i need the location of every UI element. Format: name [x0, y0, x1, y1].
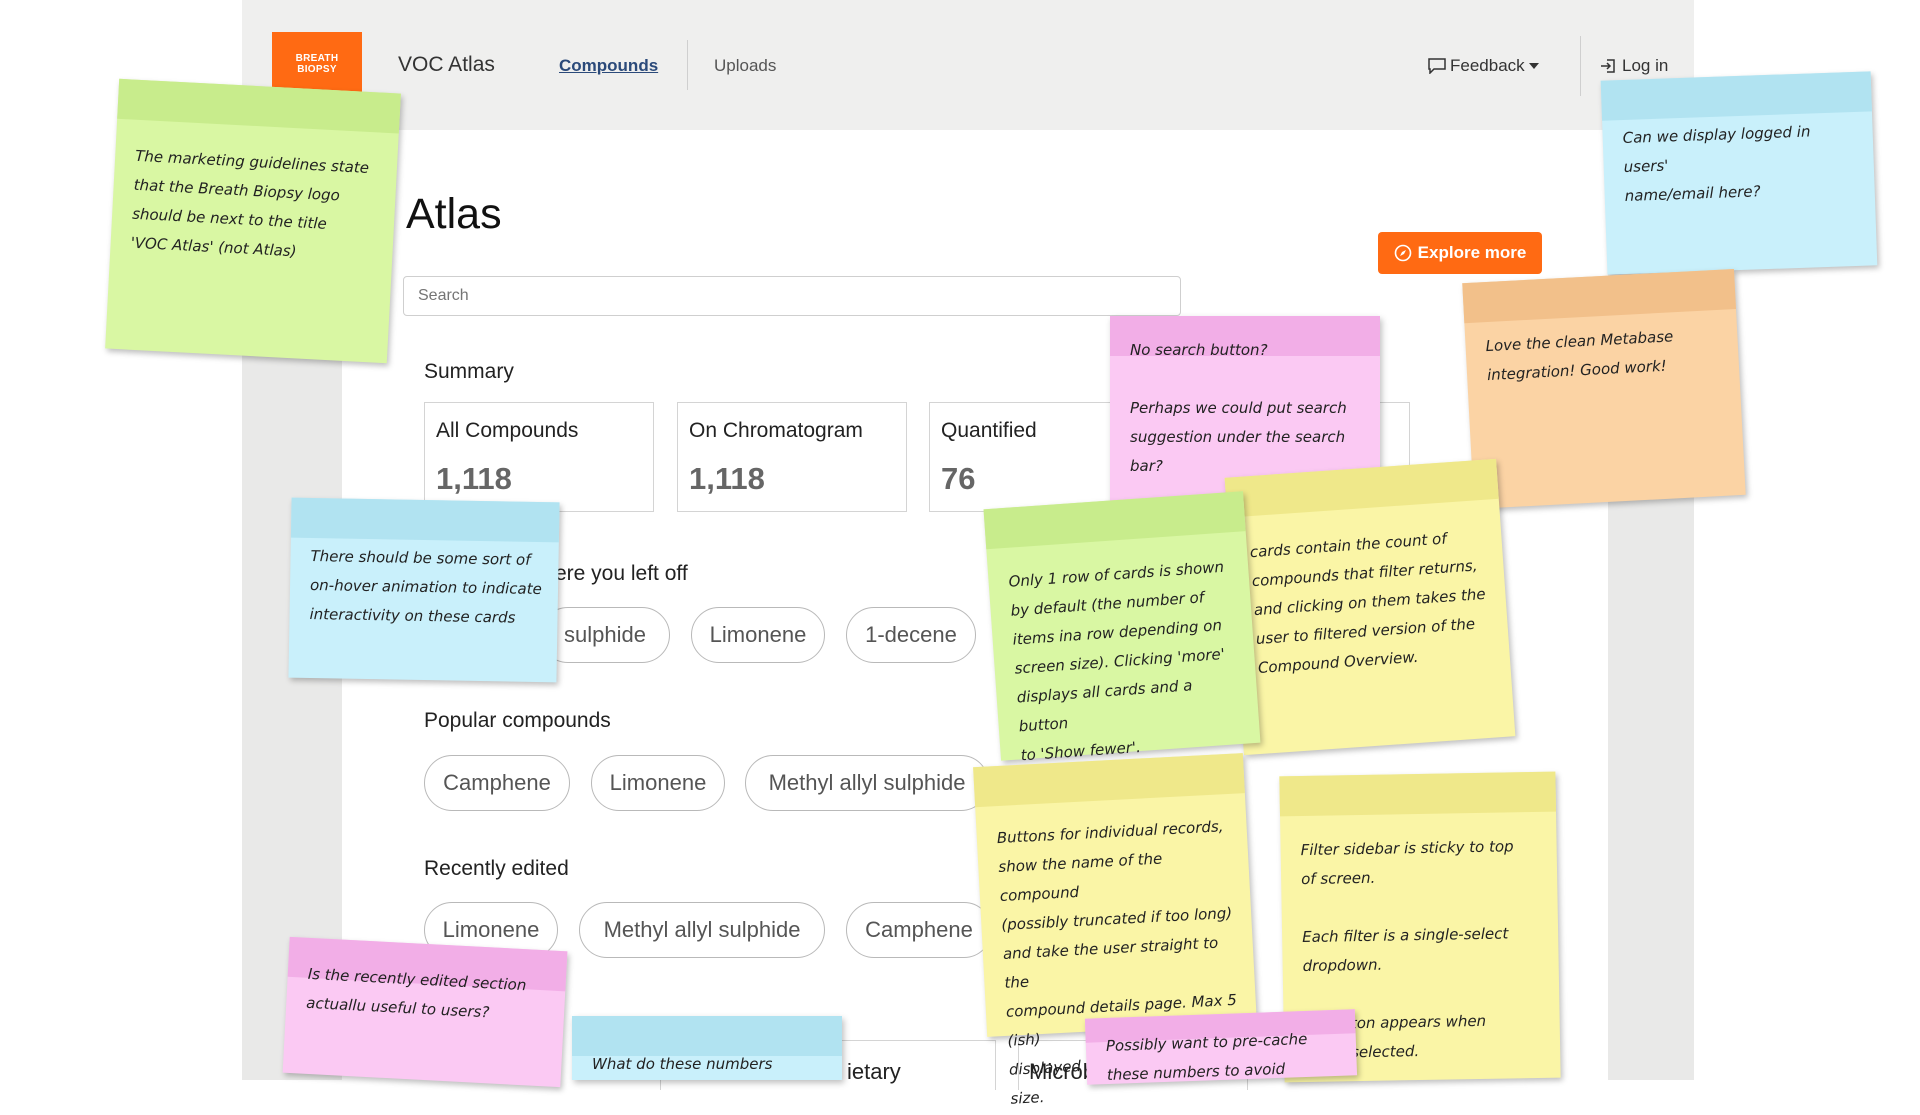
note-text: Only 1 row of cards is shown by default …: [1008, 557, 1226, 765]
sticky-note-metabase: Love the clean Metabase integration! Goo…: [1462, 269, 1746, 509]
card-title: Quantified: [941, 419, 1037, 442]
sticky-note-precache: Possibly want to pre-cache these numbers…: [1084, 1009, 1358, 1085]
left-off-heading: ere you left off: [555, 562, 688, 585]
sticky-note-hover: There should be some sort of on-hover an…: [288, 497, 560, 683]
logo-line-2: BIOPSY: [297, 64, 337, 75]
note-text: No search button? Perhaps we could put s…: [1130, 341, 1347, 475]
logo-line-1: BREATH: [295, 53, 339, 64]
login-label: Log in: [1622, 56, 1669, 75]
login-icon: [1601, 59, 1615, 73]
sticky-note-login: Can we display logged in users' name/ema…: [1600, 71, 1878, 275]
note-text: What do these numbers: [592, 1055, 773, 1073]
comment-icon: [1428, 58, 1446, 74]
card-value: 1,118: [436, 461, 512, 496]
nav-divider: [687, 40, 688, 90]
recent-pill[interactable]: Camphene: [846, 902, 992, 958]
note-text: There should be some sort of on-hover an…: [309, 547, 542, 627]
left-off-pill[interactable]: sulphide: [540, 607, 670, 663]
card-value: 1,118: [689, 461, 765, 496]
sticky-note-recently-edited: Is the recently edited section actuallu …: [282, 936, 568, 1088]
breath-biopsy-logo[interactable]: BREATH BIOPSY: [272, 32, 362, 96]
login-divider: [1580, 36, 1581, 96]
feedback-dropdown[interactable]: Feedback: [1428, 56, 1539, 76]
summary-heading: Summary: [424, 360, 514, 383]
page-title: Atlas: [406, 190, 502, 238]
popular-heading: Popular compounds: [424, 709, 611, 732]
compass-icon: [1394, 244, 1411, 262]
sticky-note-numbers: What do these numbers: [572, 1016, 842, 1080]
note-text: Is the recently edited section actuallu …: [305, 964, 527, 1022]
left-off-pill[interactable]: 1-decene: [846, 607, 976, 663]
sticky-note-record-buttons: Buttons for individual records, show the…: [973, 753, 1257, 1108]
left-off-pill[interactable]: Limonene: [691, 607, 825, 663]
note-text: Possibly want to pre-cache these numbers…: [1105, 1029, 1308, 1084]
note-band: [1279, 771, 1557, 817]
summary-card-all-compounds[interactable]: All Compounds 1,118: [424, 402, 654, 512]
sticky-note-filter-cards: cards contain the count of compounds tha…: [1224, 458, 1516, 756]
card-title: All Compounds: [436, 419, 579, 442]
note-text: Can we display logged in users' name/ema…: [1622, 122, 1811, 205]
recent-heading: Recently edited: [424, 857, 569, 880]
caret-down-icon: [1528, 63, 1539, 69]
explore-more-button[interactable]: Explore more: [1378, 232, 1542, 274]
login-link[interactable]: Log in: [1600, 56, 1668, 76]
note-band: [1600, 71, 1872, 121]
popular-pill[interactable]: Limonene: [591, 755, 725, 811]
summary-card-on-chromatogram[interactable]: On Chromatogram 1,118: [677, 402, 907, 512]
app-title[interactable]: VOC Atlas: [398, 53, 495, 77]
note-text: Love the clean Metabase integration! Goo…: [1485, 327, 1674, 385]
feedback-label: Feedback: [1450, 56, 1525, 75]
sticky-note-logo: The marketing guidelines state that the …: [105, 78, 401, 364]
card-title: On Chromatogram: [689, 419, 863, 442]
sticky-note-card-rows: Only 1 row of cards is shown by default …: [983, 491, 1261, 764]
explore-more-label: Explore more: [1417, 243, 1527, 262]
recent-pill[interactable]: Methyl allyl sulphide: [579, 902, 825, 958]
card-value: 76: [941, 461, 976, 496]
note-text: The marketing guidelines state that the …: [130, 146, 370, 261]
popular-pill[interactable]: Camphene: [424, 755, 570, 811]
popular-pill[interactable]: Methyl allyl sulphide: [745, 755, 989, 811]
note-text: cards contain the count of compounds tha…: [1249, 529, 1487, 677]
note-band: [290, 497, 560, 543]
nav-compounds-link[interactable]: Compounds: [559, 56, 658, 76]
nav-uploads-link[interactable]: Uploads: [714, 56, 776, 76]
search-input[interactable]: [403, 276, 1181, 316]
